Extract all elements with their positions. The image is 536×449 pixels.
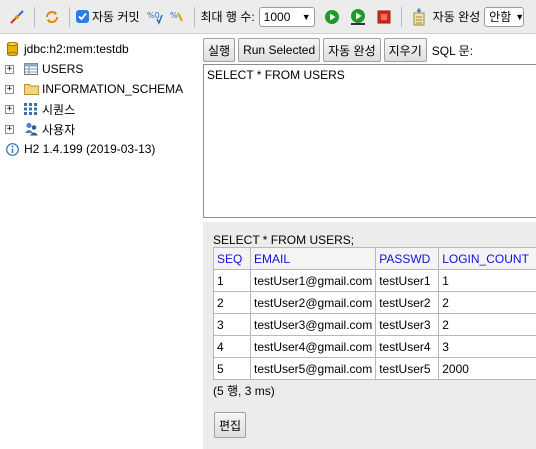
max-rows-label: 최대 행 수: xyxy=(200,10,255,24)
table-cell: testUser5@gmail.com xyxy=(249,357,377,380)
tree-version: H2 1.4.199 (2019-03-13) xyxy=(0,140,200,158)
run-button[interactable]: 실행 xyxy=(203,38,236,62)
disconnect-icon[interactable] xyxy=(6,6,28,28)
table-cell: testUser1@gmail.com xyxy=(249,269,377,292)
table-row: 1 testUser1@gmail.com testUser1 1 xyxy=(213,269,536,292)
column-header[interactable]: PASSWD xyxy=(375,247,440,270)
tree-item-users[interactable]: + USERS xyxy=(0,60,200,78)
database-icon xyxy=(7,42,18,56)
version-label: H2 1.4.199 (2019-03-13) xyxy=(24,142,156,156)
table-cell: 3 xyxy=(438,335,536,358)
max-rows-select[interactable]: 1000 ▼ xyxy=(258,6,315,27)
table-cell: testUser5 xyxy=(375,357,440,380)
table-row: 5 testUser5@gmail.com testUser5 2000 xyxy=(213,357,536,380)
toolbar: 자동 커밋 %0 % 최대 행 수: 1000 ▼ 자동 완성 안함 ▼ xyxy=(0,0,536,34)
tree-item-users-group[interactable]: + 사용자 xyxy=(0,120,200,138)
tree-connection-label: jdbc:h2:mem:testdb xyxy=(24,42,129,56)
result-table: SEQ EMAIL PASSWD LOGIN_COUNT 1 testUser1… xyxy=(213,247,536,380)
table-cell: testUser4@gmail.com xyxy=(249,335,377,358)
tree-item-information-schema[interactable]: + INFORMATION_SCHEMA xyxy=(0,80,200,98)
chevron-down-icon: ▼ xyxy=(301,11,311,22)
chevron-down-icon: ▼ xyxy=(515,11,525,22)
toolbar-separator xyxy=(34,6,35,27)
table-cell: testUser1 xyxy=(375,269,440,292)
info-icon xyxy=(6,142,19,156)
rollback-icon[interactable]: % xyxy=(166,6,188,28)
table-cell: 2 xyxy=(438,291,536,314)
expand-icon[interactable]: + xyxy=(5,104,14,114)
tree-item-label: 시퀀스 xyxy=(42,102,76,117)
toolbar-separator xyxy=(69,6,70,27)
auto-complete-label: 자동 완성 xyxy=(432,10,481,24)
table-cell: 2000 xyxy=(438,357,536,380)
run-selected-icon[interactable] xyxy=(347,6,369,28)
table-icon xyxy=(24,63,38,75)
sql-editor[interactable]: SELECT * FROM USERS xyxy=(203,64,536,218)
users-icon xyxy=(24,122,39,136)
column-header[interactable]: SEQ xyxy=(213,247,251,270)
run-selected-button[interactable]: Run Selected xyxy=(238,38,321,62)
column-header[interactable]: EMAIL xyxy=(249,247,377,270)
svg-text:%: % xyxy=(170,11,178,20)
toolbar-separator xyxy=(193,6,195,27)
sql-button-bar: 실행 Run Selected 자동 완성 지우기 SQL 문: xyxy=(203,38,473,62)
table-cell: 1 xyxy=(438,269,536,292)
result-panel: SELECT * FROM USERS; SEQ EMAIL PASSWD LO… xyxy=(203,222,536,449)
result-summary: (5 행, 3 ms) xyxy=(213,384,275,398)
sequence-icon xyxy=(24,103,38,115)
auto-commit-checkbox[interactable]: 자동 커밋 xyxy=(76,8,144,25)
refresh-icon[interactable] xyxy=(41,6,63,28)
history-icon[interactable] xyxy=(408,6,430,28)
table-cell: 2 xyxy=(213,291,251,314)
svg-text:%0: %0 xyxy=(147,11,160,20)
tree-item-label: 사용자 xyxy=(42,122,76,137)
table-row: 3 testUser3@gmail.com testUser3 2 xyxy=(213,313,536,336)
table-cell: 4 xyxy=(213,335,251,358)
table-cell: testUser4 xyxy=(375,335,440,358)
max-rows-value: 1000 xyxy=(263,9,291,24)
table-cell: 2 xyxy=(438,313,536,336)
commit-icon[interactable]: %0 xyxy=(144,6,166,28)
auto-complete-select[interactable]: 안함 ▼ xyxy=(484,6,525,27)
table-cell: 1 xyxy=(213,269,251,292)
toolbar-separator xyxy=(400,6,402,27)
expand-icon[interactable]: + xyxy=(5,64,14,74)
edit-button[interactable]: 편집 xyxy=(214,412,247,438)
checkmark-icon xyxy=(76,10,89,23)
table-header-row: SEQ EMAIL PASSWD LOGIN_COUNT xyxy=(213,247,536,270)
column-header[interactable]: LOGIN_COUNT xyxy=(438,247,536,270)
table-cell: 3 xyxy=(213,313,251,336)
sql-editor-text: SELECT * FROM USERS xyxy=(207,68,345,82)
clear-button[interactable]: 지우기 xyxy=(383,38,427,62)
tree-item-label: USERS xyxy=(42,62,84,76)
run-icon[interactable] xyxy=(321,6,343,28)
table-cell: testUser2@gmail.com xyxy=(249,291,377,314)
auto-complete-button[interactable]: 자동 완성 xyxy=(323,38,381,62)
table-cell: testUser3 xyxy=(375,313,440,336)
auto-commit-label: 자동 커밋 xyxy=(92,10,140,24)
tree-item-label: INFORMATION_SCHEMA xyxy=(42,82,184,96)
folder-icon xyxy=(24,83,39,95)
auto-complete-value: 안함 xyxy=(489,10,512,24)
table-cell: testUser2 xyxy=(375,291,440,314)
stop-icon[interactable] xyxy=(373,6,395,28)
tree-item-sequences[interactable]: + 시퀀스 xyxy=(0,100,200,118)
expand-icon[interactable]: + xyxy=(5,124,14,134)
result-statement: SELECT * FROM USERS; xyxy=(213,233,355,247)
table-cell: testUser3@gmail.com xyxy=(249,313,377,336)
tree-connection[interactable]: jdbc:h2:mem:testdb xyxy=(0,40,200,58)
expand-icon[interactable]: + xyxy=(5,84,14,94)
sql-statement-label: SQL 문: xyxy=(431,43,474,58)
table-cell: 5 xyxy=(213,357,251,380)
object-tree: jdbc:h2:mem:testdb + USERS + INFORMATION… xyxy=(0,36,200,156)
table-row: 2 testUser2@gmail.com testUser2 2 xyxy=(213,291,536,314)
table-row: 4 testUser4@gmail.com testUser4 3 xyxy=(213,335,536,358)
